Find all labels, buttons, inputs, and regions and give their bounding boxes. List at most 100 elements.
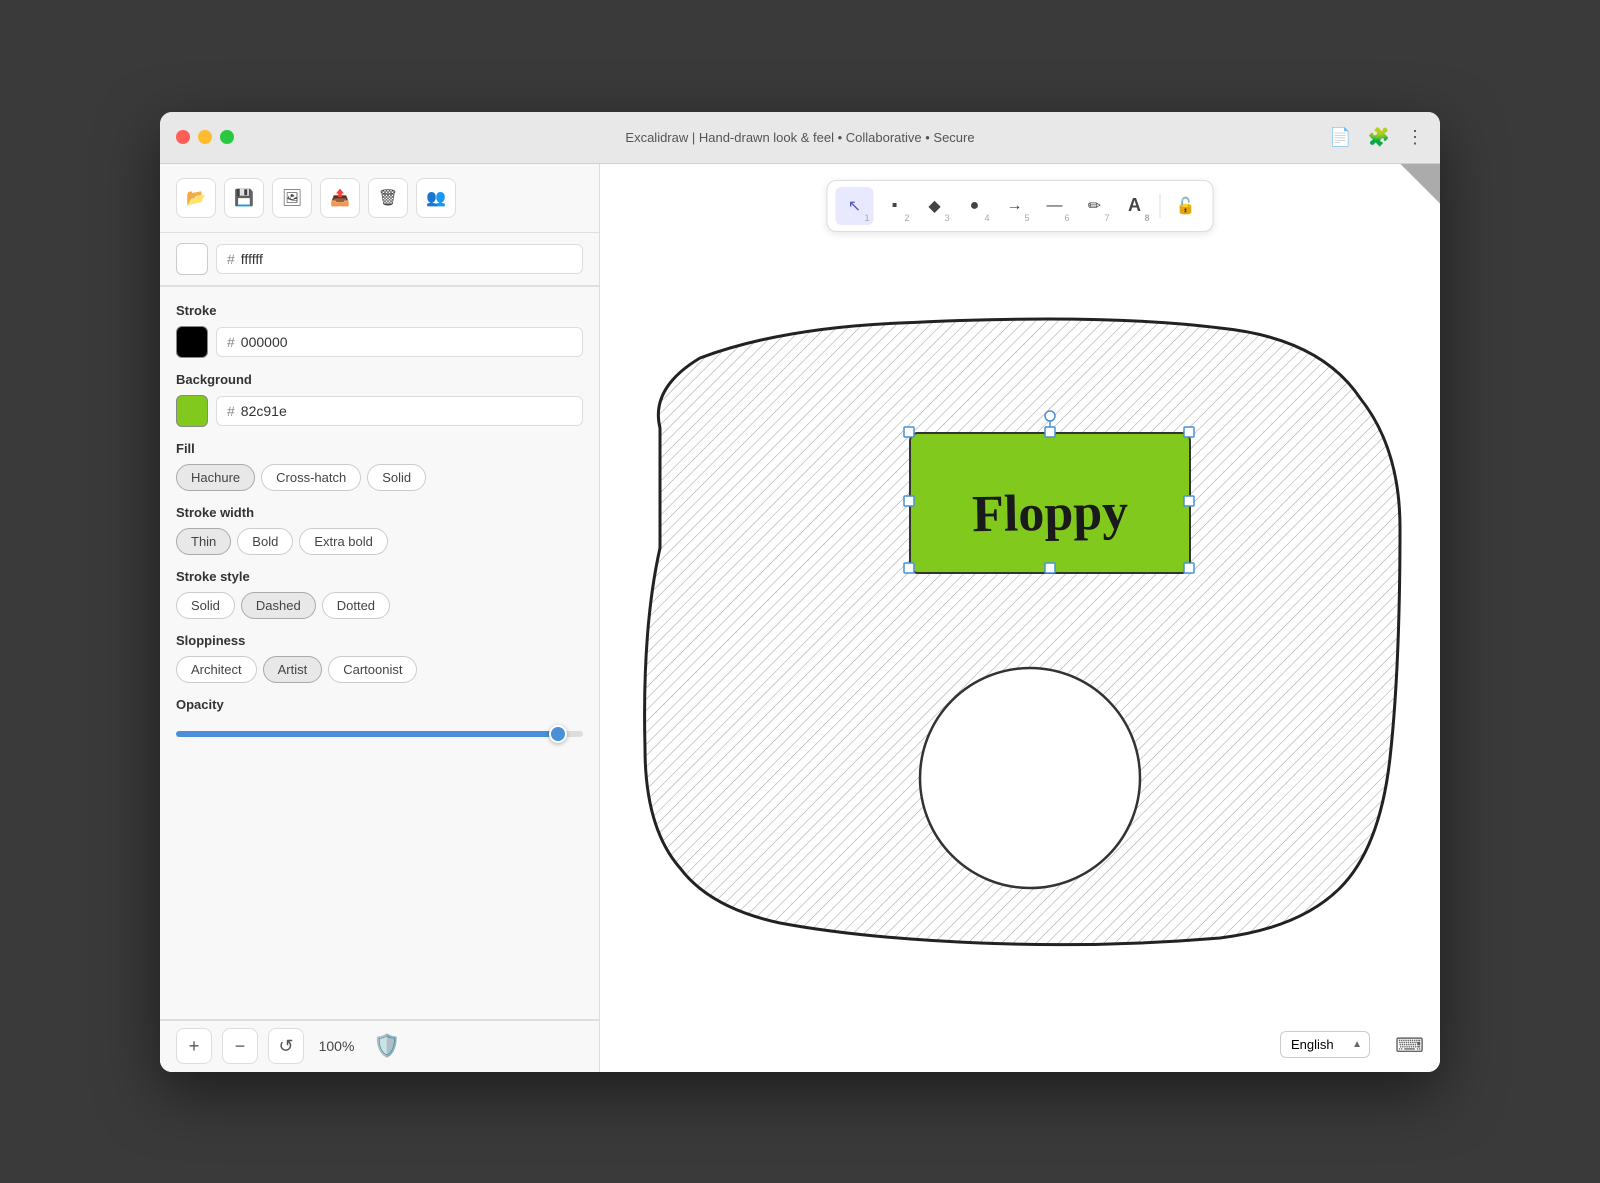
canvas-svg: Floppy bbox=[600, 164, 1440, 1072]
new-file-icon[interactable]: 📄 bbox=[1329, 127, 1351, 148]
background-hex-input[interactable] bbox=[241, 403, 572, 419]
shield-icon: 🛡️ bbox=[373, 1033, 400, 1059]
zoom-in-button[interactable]: + bbox=[176, 1028, 212, 1064]
sidebar: 📂 💾 🖼 📤 🗑 👥 # Stroke bbox=[160, 164, 600, 1072]
handle-mr[interactable] bbox=[1184, 496, 1194, 506]
bg-hash: # bbox=[227, 403, 235, 419]
export-button[interactable]: 🖼 bbox=[272, 178, 312, 218]
fill-label: Fill bbox=[176, 441, 583, 456]
sloppiness-artist-btn[interactable]: Artist bbox=[263, 656, 323, 683]
handle-ml[interactable] bbox=[904, 496, 914, 506]
keyboard-icon[interactable]: ⌨ bbox=[1395, 1033, 1424, 1058]
fill-crosshatch-btn[interactable]: Cross-hatch bbox=[261, 464, 361, 491]
stroke-input-wrapper: # bbox=[216, 327, 583, 357]
stroke-row: # bbox=[176, 326, 583, 358]
zoom-percent: 100% bbox=[314, 1038, 359, 1054]
stroke-solid-btn[interactable]: Solid bbox=[176, 592, 235, 619]
language-select[interactable]: English Español Français bbox=[1280, 1031, 1370, 1058]
stroke-thin-btn[interactable]: Thin bbox=[176, 528, 231, 555]
background-swatch[interactable] bbox=[176, 395, 208, 427]
stroke-style-options: Solid Dashed Dotted bbox=[176, 592, 583, 619]
share-button[interactable]: 📤 bbox=[320, 178, 360, 218]
handle-br[interactable] bbox=[1184, 563, 1194, 573]
language-selector-wrapper: English Español Français ▲ bbox=[1280, 1031, 1370, 1058]
text-tool-btn[interactable]: A8 bbox=[1116, 187, 1154, 225]
floppy-disk-group: Floppy bbox=[645, 319, 1400, 945]
delete-button[interactable]: 🗑 bbox=[368, 178, 408, 218]
stroke-dotted-btn[interactable]: Dotted bbox=[322, 592, 390, 619]
arrow-tool-btn[interactable]: →5 bbox=[996, 187, 1034, 225]
sloppiness-label: Sloppiness bbox=[176, 633, 583, 648]
fill-hachure-btn[interactable]: Hachure bbox=[176, 464, 255, 491]
handle-tm[interactable] bbox=[1045, 427, 1055, 437]
opacity-slider-container bbox=[176, 720, 583, 746]
sloppiness-cartoonist-btn[interactable]: Cartoonist bbox=[328, 656, 417, 683]
stroke-hash: # bbox=[227, 334, 235, 350]
fill-options: Hachure Cross-hatch Solid bbox=[176, 464, 583, 491]
rectangle-tool-btn[interactable]: ▪2 bbox=[876, 187, 914, 225]
background-label: Background bbox=[176, 372, 583, 387]
ellipse-tool-btn[interactable]: ●4 bbox=[956, 187, 994, 225]
color-hex-input[interactable] bbox=[241, 251, 572, 267]
sloppiness-architect-btn[interactable]: Architect bbox=[176, 656, 257, 683]
stroke-dashed-btn[interactable]: Dashed bbox=[241, 592, 316, 619]
properties-panel: Stroke # Background # bbox=[160, 287, 599, 762]
color-row: # bbox=[160, 233, 599, 286]
stroke-section: Stroke # bbox=[176, 303, 583, 358]
pencil-tool-btn[interactable]: ✏7 bbox=[1076, 187, 1114, 225]
stroke-swatch[interactable] bbox=[176, 326, 208, 358]
collab-button[interactable]: 👥 bbox=[416, 178, 456, 218]
sloppiness-section: Sloppiness Architect Artist Cartoonist bbox=[176, 633, 583, 683]
bottom-bar: + − ↺ 100% 🛡️ bbox=[160, 1020, 599, 1072]
opacity-section: Opacity bbox=[176, 697, 583, 746]
save-button[interactable]: 💾 bbox=[224, 178, 264, 218]
titlebar-actions: 📄 🧩 ⋮ bbox=[1329, 127, 1424, 148]
diamond-tool-btn[interactable]: ◆3 bbox=[916, 187, 954, 225]
stroke-label: Stroke bbox=[176, 303, 583, 318]
stroke-hex-input[interactable] bbox=[241, 334, 572, 350]
stroke-style-label: Stroke style bbox=[176, 569, 583, 584]
stroke-width-section: Stroke width Thin Bold Extra bold bbox=[176, 505, 583, 555]
lock-tool-btn[interactable]: 🔓 bbox=[1167, 187, 1205, 225]
bg-input-wrapper: # bbox=[216, 396, 583, 426]
minimize-button[interactable] bbox=[198, 130, 212, 144]
white-color-swatch[interactable] bbox=[176, 243, 208, 275]
main-content: 📂 💾 🖼 📤 🗑 👥 # Stroke bbox=[160, 164, 1440, 1072]
stroke-style-section: Stroke style Solid Dashed Dotted bbox=[176, 569, 583, 619]
app-window: Excalidraw | Hand-drawn look & feel • Co… bbox=[160, 112, 1440, 1072]
canvas-area[interactable]: ↖1 ▪2 ◆3 ●4 →5 —6 ✏7 bbox=[600, 164, 1440, 1072]
maximize-button[interactable] bbox=[220, 130, 234, 144]
opacity-label: Opacity bbox=[176, 697, 583, 712]
canvas-toolbar: ↖1 ▪2 ◆3 ●4 →5 —6 ✏7 bbox=[827, 180, 1214, 232]
stroke-width-label: Stroke width bbox=[176, 505, 583, 520]
opacity-slider[interactable] bbox=[176, 731, 583, 737]
hash-sign: # bbox=[227, 251, 235, 267]
floppy-hole bbox=[920, 668, 1140, 888]
zoom-reset-button[interactable]: ↺ bbox=[268, 1028, 304, 1064]
traffic-lights bbox=[176, 130, 234, 144]
color-input-wrapper: # bbox=[216, 244, 583, 274]
handle-bm[interactable] bbox=[1045, 563, 1055, 573]
zoom-out-button[interactable]: − bbox=[222, 1028, 258, 1064]
handle-bl[interactable] bbox=[904, 563, 914, 573]
menu-icon[interactable]: ⋮ bbox=[1406, 127, 1424, 148]
stroke-extrabold-btn[interactable]: Extra bold bbox=[299, 528, 388, 555]
line-tool-btn[interactable]: —6 bbox=[1036, 187, 1074, 225]
background-row: # bbox=[176, 395, 583, 427]
floppy-text: Floppy bbox=[972, 483, 1129, 543]
handle-tl[interactable] bbox=[904, 427, 914, 437]
stroke-bold-btn[interactable]: Bold bbox=[237, 528, 293, 555]
handle-tr[interactable] bbox=[1184, 427, 1194, 437]
close-button[interactable] bbox=[176, 130, 190, 144]
extensions-icon[interactable]: 🧩 bbox=[1368, 127, 1390, 148]
open-button[interactable]: 📂 bbox=[176, 178, 216, 218]
select-tool-btn[interactable]: ↖1 bbox=[836, 187, 874, 225]
sidebar-bottom: + − ↺ 100% 🛡️ bbox=[160, 1019, 599, 1072]
window-title: Excalidraw | Hand-drawn look & feel • Co… bbox=[625, 130, 974, 145]
tool-separator bbox=[1160, 194, 1161, 218]
rotate-handle[interactable] bbox=[1045, 411, 1055, 421]
background-section: Background # bbox=[176, 372, 583, 427]
toolbar-row: 📂 💾 🖼 📤 🗑 👥 bbox=[160, 164, 599, 233]
fill-section: Fill Hachure Cross-hatch Solid bbox=[176, 441, 583, 491]
fill-solid-btn[interactable]: Solid bbox=[367, 464, 426, 491]
